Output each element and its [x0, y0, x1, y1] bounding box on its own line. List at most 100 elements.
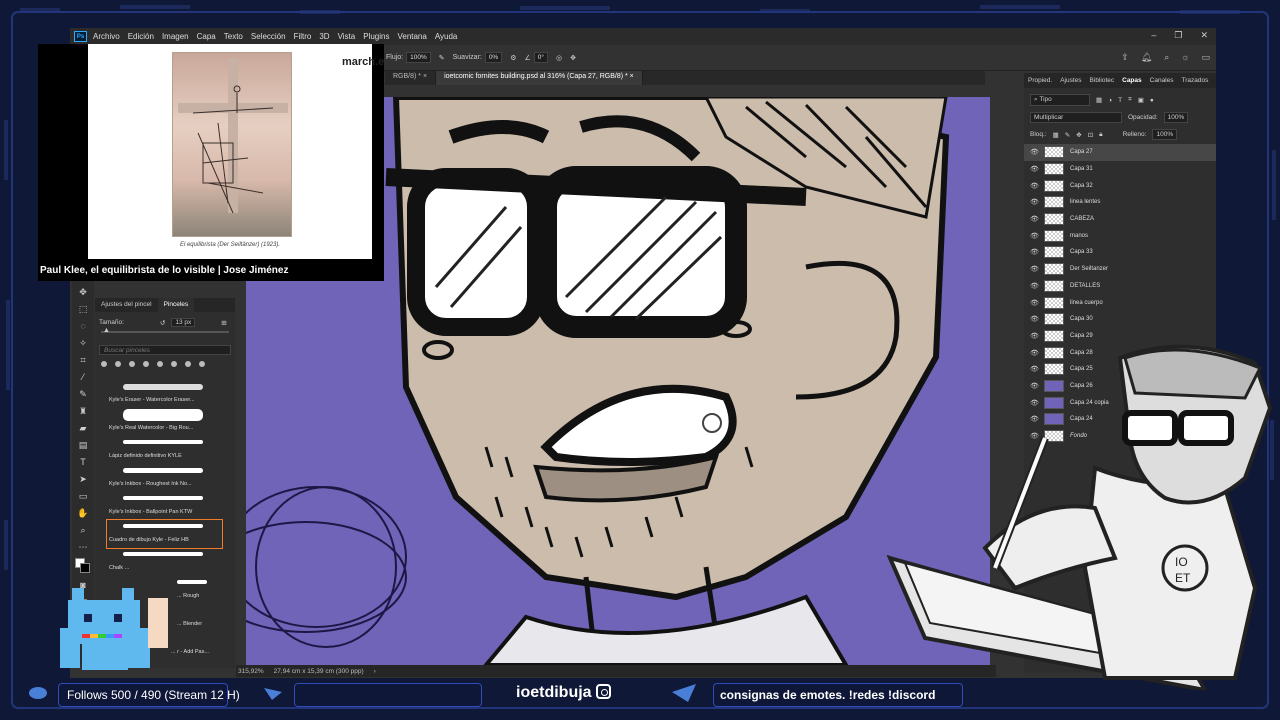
filter-text-icon[interactable]: T [1118, 97, 1122, 104]
tab-libraries[interactable]: Bibliotec [1090, 77, 1115, 84]
menu-ayuda[interactable]: Ayuda [435, 32, 458, 41]
zoom-readout[interactable]: 315,92% [238, 668, 264, 675]
layer-row[interactable]: 👁︎ Der Seiltanzer [1024, 261, 1216, 278]
brush-item[interactable]: Kyle's Inkbox - Ballpoint Pan KTW [107, 492, 222, 520]
lasso-tool-icon[interactable]: ◌ [76, 320, 90, 332]
marquee-tool-icon[interactable]: ⬚ [76, 303, 90, 315]
angle-control[interactable]: ∠ 0° [525, 52, 548, 63]
maximize-icon[interactable]: ❐ [1174, 30, 1182, 41]
menu-capa[interactable]: Capa [197, 32, 216, 41]
layer-row[interactable]: 👁︎ Capa 31 [1024, 161, 1216, 178]
preset-dot[interactable] [115, 361, 121, 367]
layer-row[interactable]: 👁︎ Capa 33 [1024, 244, 1216, 261]
preset-dot[interactable] [171, 361, 177, 367]
tab-doc-2[interactable]: ioetcomic fornites building.psd al 316% … [436, 71, 643, 85]
lock-position-icon[interactable]: ✥ [1076, 131, 1081, 139]
tab-brush-settings[interactable]: Ajustes del pincel [95, 298, 158, 312]
search-icon[interactable]: ⌕ [1164, 52, 1169, 63]
fill-field[interactable]: 100% [1152, 129, 1178, 140]
workspace-icon[interactable]: ▭ [1201, 52, 1210, 63]
close-tab-icon[interactable]: × [630, 73, 634, 80]
bell-icon[interactable]: 🔔︎ [1141, 52, 1152, 63]
crop-tool-icon[interactable]: ⌗ [76, 354, 90, 366]
preset-dot[interactable] [157, 361, 163, 367]
lock-paint-icon[interactable]: ✎ [1065, 131, 1070, 139]
lock-artboard-icon[interactable]: ⊡ [1088, 131, 1093, 139]
path-tool-icon[interactable]: ➤ [76, 473, 90, 485]
share-icon[interactable]: ⇪ [1121, 52, 1129, 63]
brush-search-input[interactable]: Buscar pinceles [99, 345, 231, 355]
slider-thumb-icon[interactable]: ▲ [103, 327, 110, 334]
suavizar-field[interactable]: 0% [484, 52, 503, 63]
status-arrow-icon[interactable]: › [374, 668, 376, 675]
preset-dot[interactable] [101, 361, 107, 367]
eye-icon[interactable]: 👁︎ [1030, 165, 1039, 173]
new-brush-icon[interactable]: ⊞ [221, 319, 226, 327]
menu-ventana[interactable]: Ventana [397, 32, 426, 41]
gradient-tool-icon[interactable]: ▤ [76, 439, 90, 451]
hand-tool-icon[interactable]: ✋ [76, 507, 90, 519]
eye-icon[interactable]: 👁︎ [1030, 248, 1039, 256]
menu-archivo[interactable]: Archivo [93, 32, 120, 41]
close-icon[interactable]: ✕ [1200, 30, 1208, 41]
pressure-icon[interactable]: ◎ [556, 54, 562, 62]
eye-icon[interactable]: 👁︎ [1030, 282, 1039, 290]
preset-dot[interactable] [143, 361, 149, 367]
opacity-field[interactable]: 100% [1163, 112, 1189, 123]
close-tab-icon[interactable]: × [423, 73, 427, 80]
menu-texto[interactable]: Texto [224, 32, 243, 41]
eye-icon[interactable]: 👁︎ [1030, 182, 1039, 190]
color-swatches[interactable] [75, 558, 91, 574]
minimize-icon[interactable]: – [1151, 30, 1156, 41]
tab-channels[interactable]: Canales [1150, 77, 1174, 84]
layer-row[interactable]: 👁︎ Capa 30 [1024, 311, 1216, 328]
blend-mode-select[interactable]: Multiplicar [1030, 112, 1122, 123]
layer-row[interactable]: 👁︎ linea lentes [1024, 194, 1216, 211]
menu-edicion[interactable]: Edición [128, 32, 154, 41]
eyedropper-tool-icon[interactable]: ⁄ [76, 371, 90, 383]
filter-adjust-icon[interactable]: ◑ [1108, 97, 1112, 104]
tab-adjustments[interactable]: Ajustes [1060, 77, 1081, 84]
gear-icon[interactable]: ⚙ [510, 54, 516, 62]
lock-pixels-icon[interactable]: ▦ [1053, 131, 1059, 139]
flujo-field[interactable]: 100% [406, 52, 431, 63]
reset-icon[interactable]: ↺ [160, 319, 165, 327]
eye-icon[interactable]: 👁︎ [1030, 198, 1039, 206]
eye-icon[interactable]: 👁︎ [1030, 315, 1039, 323]
preset-dot[interactable] [199, 361, 205, 367]
menu-3d[interactable]: 3D [319, 32, 329, 41]
filter-pixel-icon[interactable]: ▦ [1096, 96, 1102, 104]
menu-vista[interactable]: Vista [338, 32, 356, 41]
lock-all-icon[interactable]: 🔒︎ [1099, 131, 1102, 139]
menu-plugins[interactable]: Plugins [363, 32, 389, 41]
airbrush-icon[interactable]: ✎ [439, 54, 445, 62]
more-tools-icon[interactable]: ⋯ [76, 541, 90, 553]
zoom-tool-icon[interactable]: ⌕ [76, 524, 90, 536]
layer-row[interactable]: 👁︎ DETALLES [1024, 278, 1216, 295]
eye-icon[interactable]: 👁︎ [1030, 232, 1039, 240]
menu-imagen[interactable]: Imagen [162, 32, 189, 41]
menu-filtro[interactable]: Filtro [294, 32, 312, 41]
layer-row[interactable]: 👁︎ Capa 27 [1024, 144, 1216, 161]
preset-dot[interactable] [185, 361, 191, 367]
light-icon[interactable]: ☼ [1181, 52, 1189, 63]
suavizar-control[interactable]: Suavizar: 0% [453, 52, 503, 63]
filter-shape-icon[interactable]: ⌗ [1128, 96, 1132, 104]
brush-item-selected[interactable]: Cuadro de dibujo Kyle - Feliz HB [106, 519, 223, 549]
tab-brushes[interactable]: Pinceles [157, 298, 195, 312]
eye-icon[interactable]: 👁︎ [1030, 299, 1039, 307]
stamp-tool-icon[interactable]: ♜ [76, 405, 90, 417]
eye-icon[interactable]: 👁︎ [1030, 148, 1039, 156]
layer-row[interactable]: 👁︎ Capa 32 [1024, 177, 1216, 194]
brush-item[interactable]: Kyle's Eraser - Watercolor Eraser... [107, 380, 222, 408]
brush-item[interactable]: Kyle's Inkbox - Roughest Ink No... [107, 464, 222, 492]
move-tool-icon[interactable]: ✥ [76, 286, 90, 298]
brush-item[interactable]: Chalk ... [107, 548, 222, 576]
flujo-control[interactable]: Flujo: 100% [386, 52, 431, 63]
eye-icon[interactable]: 👁︎ [1030, 265, 1039, 273]
filter-smart-icon[interactable]: ▣ [1138, 96, 1144, 104]
size-slider[interactable]: ▲ [101, 327, 229, 334]
eye-icon[interactable]: 👁︎ [1030, 215, 1039, 223]
angle-field[interactable]: 0° [533, 52, 548, 63]
background-color[interactable] [80, 563, 90, 573]
